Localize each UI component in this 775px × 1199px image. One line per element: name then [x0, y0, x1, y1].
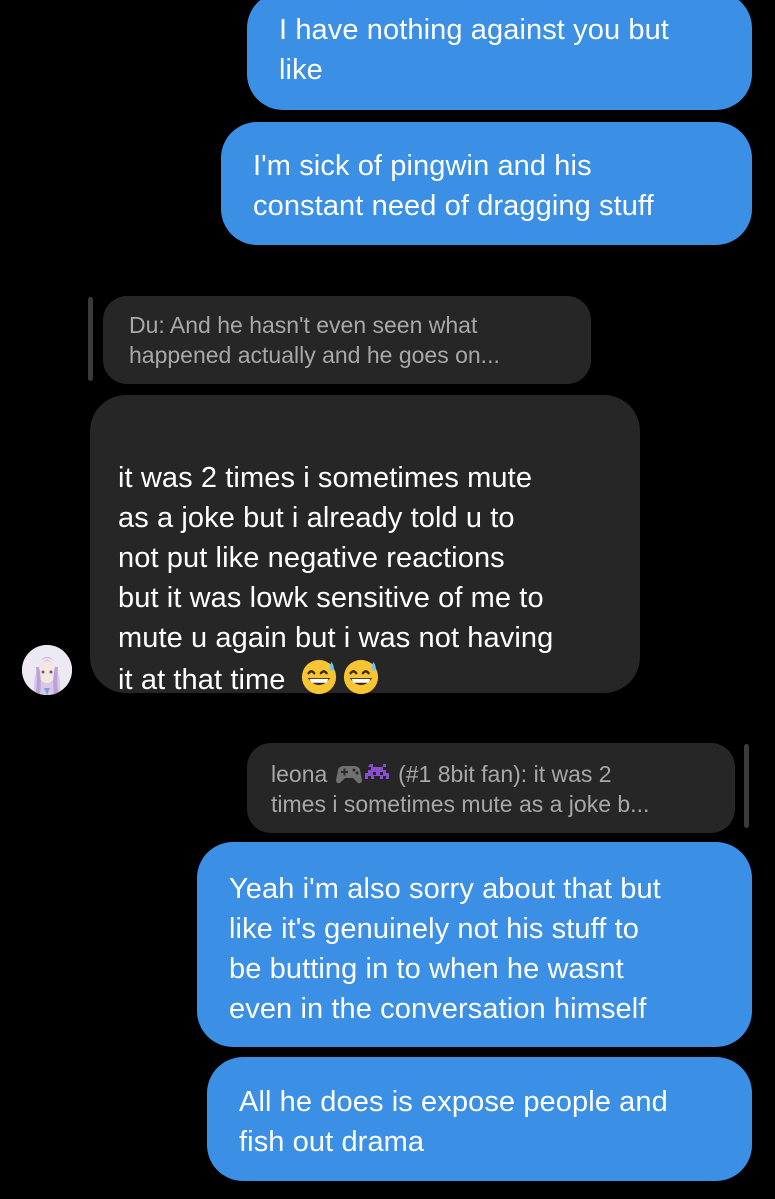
reply-indicator-bar — [744, 744, 749, 828]
reply-preview-text: (#1 8bit fan): it was 2 — [398, 761, 612, 787]
avatar[interactable] — [22, 645, 72, 695]
received-message[interactable]: it was 2 times i sometimes mute as a jok… — [90, 395, 640, 696]
grinning-sweat-emoji-icon — [301, 659, 336, 695]
sent-message[interactable]: All he does is expose people and fish ou… — [207, 1057, 752, 1181]
reply-preview[interactable]: leona (#1 8bit fan): it was 2 times i so… — [247, 743, 735, 833]
grinning-sweat-emoji-icon — [343, 659, 378, 695]
reply-preview[interactable]: Du: And he hasn't even seen what happene… — [103, 296, 591, 384]
reply-indicator-bar — [88, 297, 93, 381]
sent-message[interactable]: Yeah i'm also sorry about that but like … — [197, 842, 752, 1047]
space-invader-icon — [364, 764, 389, 779]
sent-message[interactable]: I have nothing against you but like — [247, 0, 752, 110]
reply-sender-name: leona — [271, 761, 328, 787]
reply-preview-line: times i sometimes mute as a joke b... — [271, 791, 650, 817]
anime-avatar-icon — [22, 645, 72, 695]
reply-preview-line: leona (#1 8bit fan): it was 2 — [271, 759, 711, 789]
game-controller-icon — [335, 766, 362, 784]
sent-message[interactable]: I'm sick of pingwin and his constant nee… — [221, 122, 752, 245]
